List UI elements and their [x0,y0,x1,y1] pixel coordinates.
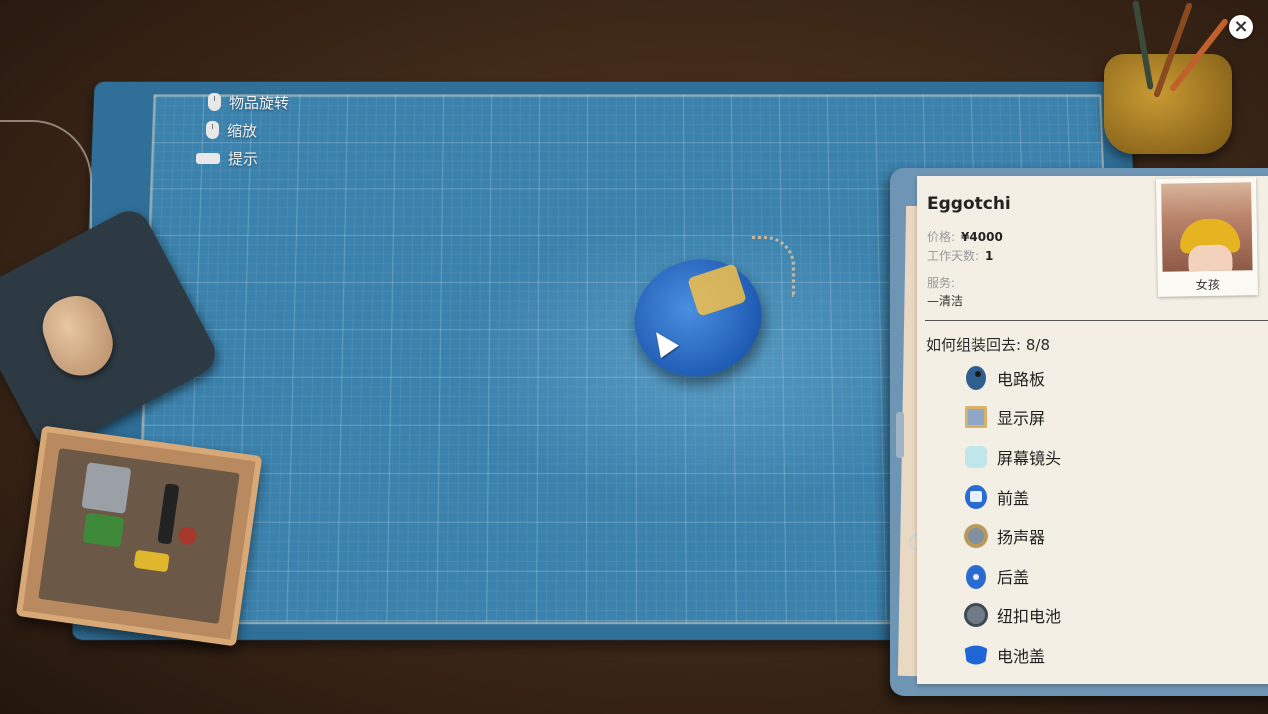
part-label: 前盖 [997,488,1030,508]
speaker-icon [963,523,989,549]
price-label: 价格: [927,230,956,244]
assembly-title: 如何组装回去: 8/8 [926,336,1050,354]
mouse-wheel-icon [206,121,219,139]
days-label: 工作天数: [927,249,980,263]
part-label: 电路板 [997,369,1046,389]
part-label: 显示屏 [997,409,1046,429]
parts-list: 电路板显示屏屏幕镜头前盖扬声器后盖纽扣电池电池盖 [963,358,1061,675]
keyboard-key-icon [196,152,220,164]
button-battery-icon [963,602,989,628]
service-label: 服务: [927,276,956,290]
control-rotate: 物品旋转 [196,88,289,116]
order-title: Eggotchi [927,194,1011,214]
control-hint-label: 提示 [228,149,259,168]
part-label: 后盖 [997,567,1030,587]
price-row: 价格: ¥4000 [927,228,1003,245]
controls-hint: 物品旋转 缩放 提示 [196,88,289,172]
part-item: 电路板 [963,358,1061,398]
back-cover-icon [963,563,989,589]
customer-name: 女孩 [1195,277,1220,293]
part-label: 屏幕镜头 [997,448,1062,468]
control-zoom-label: 缩放 [227,121,258,140]
part-item: 显示屏 [963,398,1061,438]
service-value: —清洁 [927,294,964,308]
parts-box [15,425,263,647]
control-rotate-label: 物品旋转 [229,93,290,112]
circuit-board-icon [963,365,989,391]
part-item: 扬声器 [963,516,1061,556]
days-row: 工作天数: 1 [927,247,993,264]
part-label: 纽扣电池 [997,607,1062,627]
control-zoom: 缩放 [196,116,289,144]
assembly-progress: 8/8 [1025,336,1050,354]
front-cover-icon [963,484,989,510]
part-item: 后盖 [963,556,1061,596]
price-value: ¥4000 [961,230,1003,244]
customer-portrait: 女孩 [1155,177,1259,297]
battery-cover-icon [963,642,989,668]
part-item: 前盖 [963,477,1061,517]
part-item: 屏幕镜头 [963,437,1061,477]
days-value: 1 [985,249,994,263]
clipboard-clip [896,412,904,458]
sheet-divider [925,320,1268,321]
order-sheet: Eggotchi 价格: ¥4000 工作天数: 1 服务: —清洁 女孩 如何组装… [917,176,1268,684]
display-screen-icon [963,404,989,430]
screen-lens-icon [963,444,989,470]
customer-avatar [1161,182,1253,272]
control-hint: 提示 [196,144,289,172]
close-button[interactable]: × [1229,15,1253,39]
part-item: 纽扣电池 [963,596,1061,636]
part-label: 扬声器 [997,528,1046,548]
part-label: 电池盖 [997,646,1046,666]
part-item: 电池盖 [963,635,1061,675]
mouse-left-icon [208,93,221,111]
